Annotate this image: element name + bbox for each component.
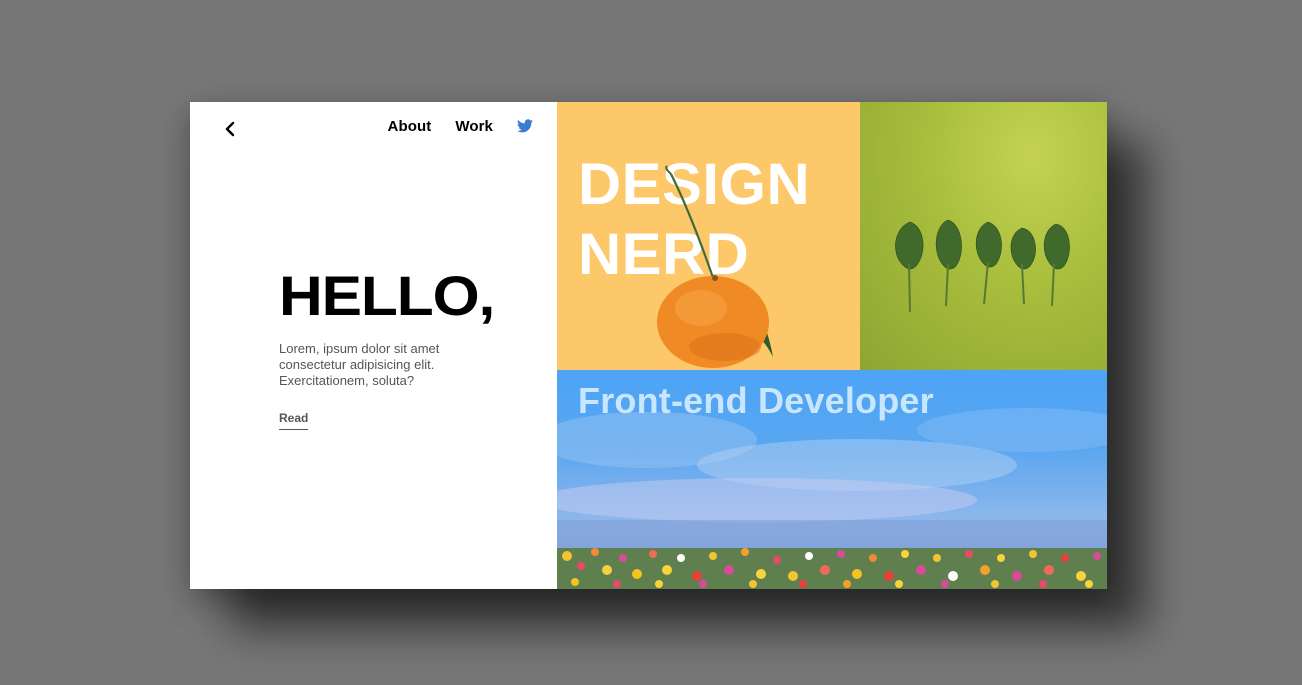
mandarin-orange-image bbox=[657, 165, 773, 368]
gallery-top-row: DESIGN NERD bbox=[557, 102, 1107, 370]
hero-title: HELLO, bbox=[279, 264, 495, 327]
nav-work[interactable]: Work bbox=[455, 118, 493, 135]
gallery-panel: DESIGN NERD Front-end Developer bbox=[557, 102, 1107, 589]
frontend-developer-title: Front-end Developer bbox=[578, 380, 934, 421]
hero-body: Lorem, ipsum dolor sit amet consectetur … bbox=[279, 341, 440, 388]
design-nerd-tile[interactable]: DESIGN NERD bbox=[557, 102, 860, 370]
twitter-link[interactable] bbox=[517, 118, 533, 135]
twitter-icon bbox=[517, 118, 533, 132]
spinach-leaves-image bbox=[895, 220, 1070, 313]
intro-panel: About Work HELLO, Lorem, ipsum dolor sit… bbox=[190, 102, 557, 589]
portfolio-card: About Work HELLO, Lorem, ipsum dolor sit… bbox=[190, 102, 1107, 589]
nav-about[interactable]: About bbox=[388, 118, 432, 135]
chevron-left-icon bbox=[225, 121, 235, 137]
frontend-developer-tile[interactable]: Front-end Developer bbox=[557, 370, 1107, 589]
read-link[interactable]: Read bbox=[279, 411, 309, 430]
hero: HELLO, Lorem, ipsum dolor sit amet conse… bbox=[279, 265, 509, 430]
spinach-leaves-tile[interactable] bbox=[860, 102, 1107, 370]
back-button[interactable] bbox=[220, 118, 240, 140]
top-nav: About Work bbox=[388, 118, 533, 135]
